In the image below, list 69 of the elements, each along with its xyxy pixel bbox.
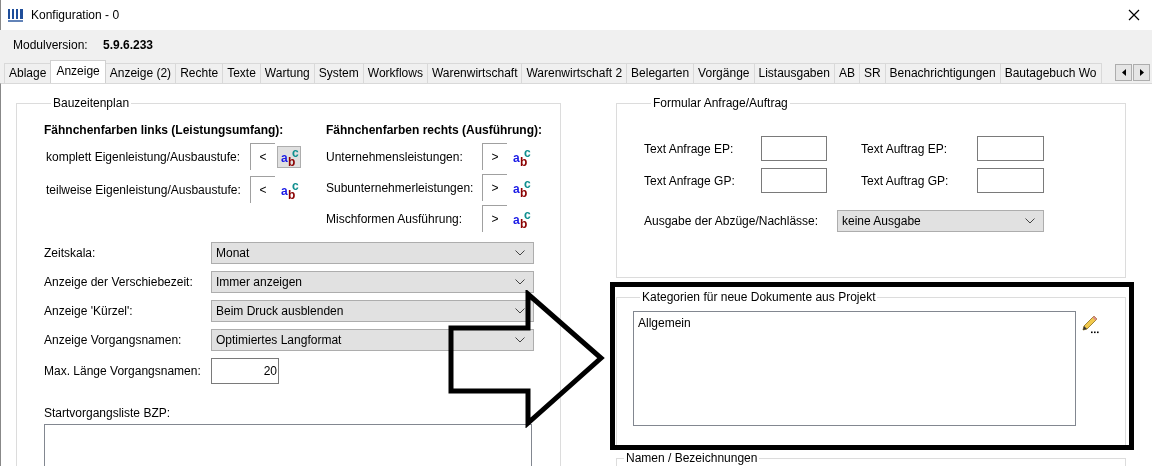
list-box[interactable]: Allgemein <box>633 311 1076 426</box>
tab[interactable]: Benachrichtigungen <box>884 63 1001 83</box>
dropdown[interactable]: keine Ausgabe <box>837 210 1044 232</box>
font-color-button[interactable]: abc <box>509 176 533 199</box>
text-field[interactable] <box>761 136 827 161</box>
section-heading: Fähnchenfarben links (Leistungsumfang): <box>44 123 285 137</box>
font-color-button[interactable]: abc <box>509 207 533 230</box>
tab[interactable]: Bautagebuch Wo <box>999 63 1102 83</box>
field-label: Anzeige 'Kürzel': <box>44 304 134 318</box>
tab[interactable]: Wartung <box>259 63 315 83</box>
font-color-button[interactable]: abc <box>277 178 301 201</box>
field-label: Anzeige der Verschiebezeit: <box>44 275 194 289</box>
version-value: 5.9.6.233 <box>103 38 154 52</box>
field-label: Text Anfrage GP: <box>644 173 736 188</box>
tab[interactable]: Belegarten <box>626 63 695 83</box>
chevron-down-icon <box>515 279 525 285</box>
chevron-down-icon <box>515 308 525 314</box>
field-label: Text Anfrage EP: <box>644 141 735 156</box>
field-label: Modulversion: <box>13 38 89 52</box>
group-title: Formular Anfrage/Auftrag <box>652 96 789 110</box>
field-label: Startvorgangsliste BZP: <box>44 406 172 420</box>
field-label: komplett Eigenleistung/Ausbaustufe: <box>45 149 242 164</box>
tab[interactable]: Ablage <box>4 63 52 83</box>
symbol-field[interactable]: < <box>250 143 275 170</box>
chevron-down-icon <box>1025 218 1035 224</box>
group-title: Bauzeitenplan <box>52 96 131 110</box>
tab[interactable]: Vorgänge <box>693 63 755 83</box>
chevron-down-icon <box>515 337 525 343</box>
group-title: Namen / Bezeichnungen <box>625 452 759 464</box>
dropdown[interactable]: Optimiertes Langformat <box>211 329 534 351</box>
right-triangle-icon <box>1139 69 1144 76</box>
left-triangle-icon <box>1121 69 1126 76</box>
field-label: teilweise Eigenleistung/Ausbaustufe: <box>45 182 242 197</box>
symbol-field[interactable]: < <box>250 176 275 203</box>
chevron-down-icon <box>515 250 525 256</box>
scroll-right-button[interactable] <box>1133 64 1150 81</box>
list-item[interactable]: Allgemein <box>638 316 1071 330</box>
dropdown[interactable]: Monat <box>211 242 534 264</box>
group-title: Kategorien für neue Dokumente aus Projekt <box>641 290 877 304</box>
symbol-field[interactable]: > <box>482 174 507 201</box>
dropdown[interactable]: Immer anzeigen <box>211 271 534 293</box>
tab[interactable]: Anzeige <box>50 60 106 83</box>
field-label: Mischformen Ausführung: <box>326 211 464 226</box>
field-label: Unternehmensleistungen: <box>326 149 464 164</box>
font-color-button[interactable]: abc <box>277 145 301 168</box>
text-field[interactable] <box>977 136 1044 161</box>
field-label: Subunternehmerleistungen: <box>326 180 475 195</box>
pencil-icon[interactable] <box>1082 315 1100 334</box>
field-label: Ausgabe der Abzüge/Nachlässe: <box>644 214 820 228</box>
field-label: Zeitskala: <box>44 246 97 260</box>
app-icon <box>8 8 24 22</box>
field-label: Text Auftrag GP: <box>861 173 950 188</box>
close-icon[interactable] <box>1128 9 1140 21</box>
dropdown[interactable]: Beim Druck ausblenden <box>211 300 534 322</box>
number-field[interactable]: 20 <box>211 358 279 384</box>
text-field[interactable] <box>977 168 1044 193</box>
symbol-field[interactable]: > <box>482 205 507 232</box>
section-heading: Fähnchenfarben rechts (Ausführung): <box>326 123 542 137</box>
symbol-field[interactable]: > <box>482 143 507 170</box>
field-label: Text Auftrag EP: <box>861 141 949 156</box>
tab[interactable]: System <box>313 63 364 83</box>
tab[interactable]: Anzeige (2) <box>104 63 177 83</box>
window-title: Konfiguration - 0 <box>31 8 120 22</box>
scroll-left-button[interactable] <box>1115 64 1132 81</box>
font-color-button[interactable]: abc <box>509 145 533 168</box>
field-label: Anzeige Vorgangsnamen: <box>44 333 183 347</box>
tab[interactable]: Listausgaben <box>753 63 835 83</box>
field-label: Max. Länge Vorgangsnamen: <box>44 364 202 378</box>
text-field[interactable] <box>761 168 827 193</box>
